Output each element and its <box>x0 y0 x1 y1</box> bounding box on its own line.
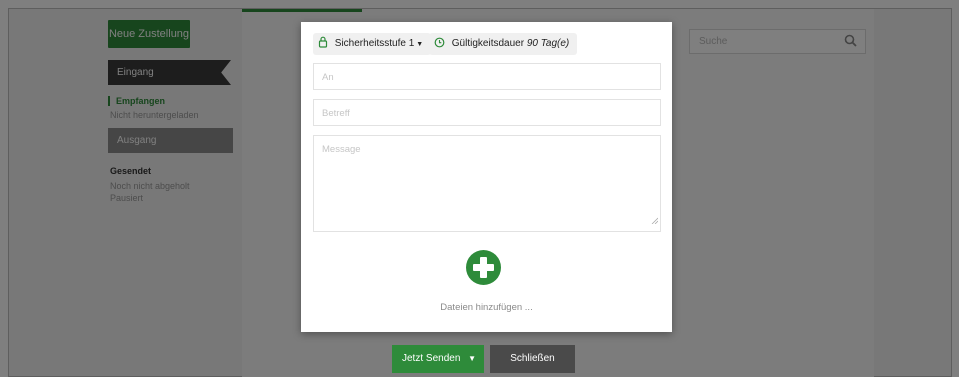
compose-modal: Sicherheitsstufe 1 ▼ Gültigkeitsdauer 90 … <box>301 22 672 332</box>
subject-placeholder: Betreff <box>322 108 350 119</box>
validity-value: 90 Tag(e) <box>526 38 570 49</box>
clock-icon <box>434 37 452 49</box>
subject-field[interactable]: Betreff <box>313 99 661 126</box>
recipient-field[interactable]: An <box>313 63 661 90</box>
caret-down-icon[interactable]: ▼ <box>468 345 476 373</box>
add-files-icon[interactable] <box>466 250 501 285</box>
validity-label: Gültigkeitsdauer <box>451 38 525 49</box>
message-placeholder: Message <box>322 144 361 155</box>
send-now-label: Jetzt Senden <box>402 353 461 364</box>
send-now-button[interactable]: Jetzt Senden ▼ <box>392 345 484 373</box>
validity-selector[interactable]: Gültigkeitsdauer 90 Tag(e) <box>429 33 578 55</box>
security-level-label: Sicherheitsstufe 1 <box>334 38 415 49</box>
caret-down-icon: ▼ <box>416 41 424 48</box>
resize-handle-icon[interactable] <box>651 211 659 229</box>
close-button[interactable]: Schließen <box>490 345 575 373</box>
lock-icon <box>318 36 335 49</box>
recipient-placeholder: An <box>322 72 334 83</box>
security-level-dropdown[interactable]: Sicherheitsstufe 1 ▼ <box>313 33 432 55</box>
add-files-label[interactable]: Dateien hinzufügen ... <box>301 302 672 313</box>
message-textarea[interactable]: Message <box>313 135 661 232</box>
